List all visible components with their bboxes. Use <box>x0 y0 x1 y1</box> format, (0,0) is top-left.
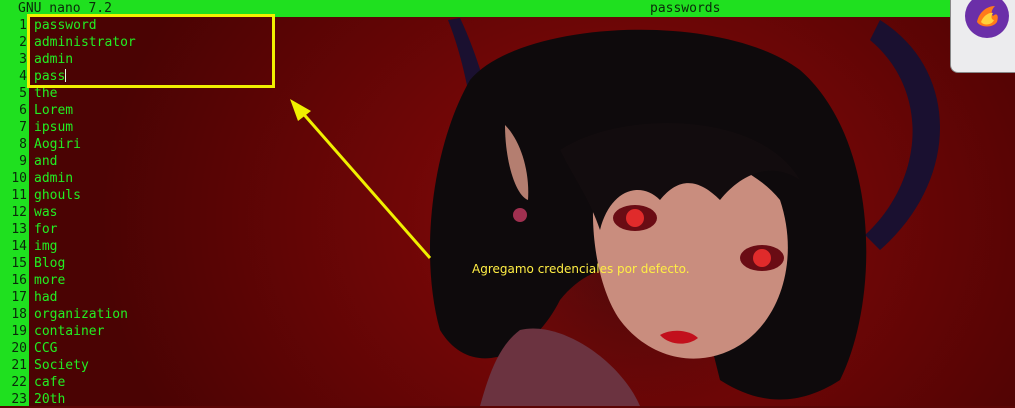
line-text[interactable]: container <box>34 323 104 340</box>
editor-line[interactable]: 23 20th <box>0 391 300 408</box>
editor-line[interactable]: 14 img <box>0 238 300 255</box>
line-text[interactable]: for <box>34 221 57 238</box>
right-horn-shape <box>865 20 940 250</box>
line-text[interactable]: ipsum <box>34 119 73 136</box>
line-text[interactable]: more <box>34 272 65 289</box>
line-number: 1 <box>19 18 27 33</box>
editor-line[interactable]: 13 for <box>0 221 300 238</box>
line-number: 17 <box>11 290 27 305</box>
line-number: 2 <box>19 35 27 50</box>
line-text[interactable]: and <box>34 153 57 170</box>
line-text[interactable]: ghouls <box>34 187 81 204</box>
line-number: 21 <box>11 358 27 373</box>
editor-line[interactable]: 6 Lorem <box>0 102 300 119</box>
line-number: 19 <box>11 324 27 339</box>
left-iris-shape <box>626 209 644 227</box>
line-text[interactable]: Society <box>34 357 89 374</box>
editor-line[interactable]: 22 cafe <box>0 374 300 391</box>
line-number: 4 <box>19 69 27 84</box>
editor-line[interactable]: 12 was <box>0 204 300 221</box>
line-number: 7 <box>19 120 27 135</box>
line-number: 14 <box>11 239 27 254</box>
editor-line[interactable]: 17 had <box>0 289 300 306</box>
line-text[interactable]: Blog <box>34 255 65 272</box>
editor-line[interactable]: 20 CCG <box>0 340 300 357</box>
line-number: 5 <box>19 86 27 101</box>
line-text[interactable]: organization <box>34 306 128 323</box>
line-number: 11 <box>11 188 27 203</box>
editor-line[interactable]: 7 ipsum <box>0 119 300 136</box>
line-text[interactable]: img <box>34 238 57 255</box>
editor-line[interactable]: 16 more <box>0 272 300 289</box>
line-number: 23 <box>11 392 27 407</box>
highlight-box <box>27 14 275 88</box>
line-number: 16 <box>11 273 27 288</box>
editor-line[interactable]: 9 and <box>0 153 300 170</box>
line-number: 22 <box>11 375 27 390</box>
earring-shape <box>513 208 527 222</box>
line-number: 18 <box>11 307 27 322</box>
line-text[interactable]: Aogiri <box>34 136 81 153</box>
line-number: 13 <box>11 222 27 237</box>
editor-line[interactable]: 10 admin <box>0 170 300 187</box>
file-name: passwords <box>650 1 721 16</box>
line-number: 9 <box>19 154 27 169</box>
line-text[interactable]: Lorem <box>34 102 73 119</box>
line-number: 15 <box>11 256 27 271</box>
editor-line[interactable]: 19 container <box>0 323 300 340</box>
editor-line[interactable]: 15 Blog <box>0 255 300 272</box>
line-number: 10 <box>11 171 27 186</box>
line-number: 20 <box>11 341 27 356</box>
editor-line[interactable]: 21 Society <box>0 357 300 374</box>
editor-line[interactable]: 11 ghouls <box>0 187 300 204</box>
line-text[interactable]: had <box>34 289 57 306</box>
app-dock <box>950 0 1015 73</box>
editor-line[interactable]: 18 organization <box>0 306 300 323</box>
line-number: 8 <box>19 137 27 152</box>
line-number: 3 <box>19 52 27 67</box>
right-iris-shape <box>753 249 771 267</box>
line-text[interactable]: was <box>34 204 57 221</box>
line-text[interactable]: CCG <box>34 340 57 357</box>
firefox-icon[interactable] <box>963 0 1011 40</box>
annotation-text: Agregamo credenciales por defecto. <box>472 262 690 276</box>
editor-line[interactable]: 8 Aogiri <box>0 136 300 153</box>
line-number: 12 <box>11 205 27 220</box>
line-text[interactable]: cafe <box>34 374 65 391</box>
line-text[interactable]: 20th <box>34 391 65 408</box>
line-number: 6 <box>19 103 27 118</box>
line-text[interactable]: admin <box>34 170 73 187</box>
